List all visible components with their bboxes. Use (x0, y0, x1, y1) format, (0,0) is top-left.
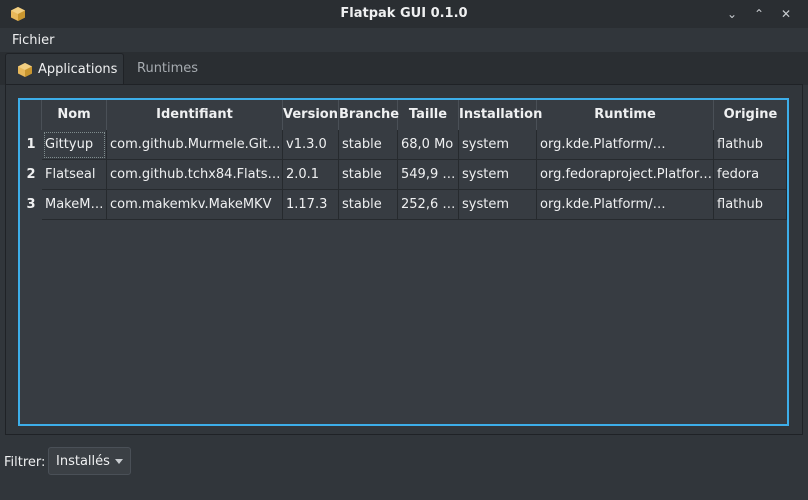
cell-branche[interactable]: stable (339, 160, 398, 190)
cell-identifiant[interactable]: com.github.Murmele.Gittyup (107, 130, 283, 160)
column-header-taille[interactable]: Taille (398, 100, 459, 130)
cell-origine[interactable]: fedora (714, 160, 787, 190)
cell-taille[interactable]: 68,0 Mo (398, 130, 459, 160)
cell-installation[interactable]: system (459, 160, 537, 190)
column-header-version[interactable]: Version (283, 100, 339, 130)
cell-identifiant[interactable]: com.github.tchx84.Flatseal (107, 160, 283, 190)
cell-nom[interactable]: Gittyup (42, 130, 107, 160)
close-icon[interactable]: ✕ (778, 6, 794, 22)
window-title: Flatpak GUI 0.1.0 (340, 6, 468, 21)
menu-bar: Fichier (0, 28, 808, 52)
title-bar: Flatpak GUI 0.1.0 ⌄ ⌃ ✕ (0, 0, 808, 28)
cell-installation[interactable]: system (459, 130, 537, 160)
package-icon (18, 63, 32, 77)
cell-branche[interactable]: stable (339, 190, 398, 220)
cell-version[interactable]: v1.3.0 (283, 130, 339, 160)
tab-applications[interactable]: Applications (5, 53, 124, 86)
row-header[interactable]: 2 (20, 160, 42, 190)
row-header[interactable]: 3 (20, 190, 42, 220)
filter-label: Filtrer: (4, 455, 46, 470)
cell-nom[interactable]: MakeMKV (42, 190, 107, 220)
tab-runtimes-label: Runtimes (137, 61, 199, 76)
corner-header (20, 100, 42, 130)
cell-runtime[interactable]: org.fedoraproject.Platform… (537, 160, 714, 190)
cell-identifiant[interactable]: com.makemkv.MakeMKV (107, 190, 283, 220)
minimize-icon[interactable]: ⌄ (724, 6, 740, 22)
column-header-nom[interactable]: Nom (42, 100, 107, 130)
column-header-runtime[interactable]: Runtime (537, 100, 714, 130)
cell-branche[interactable]: stable (339, 130, 398, 160)
cell-version[interactable]: 1.17.3 (283, 190, 339, 220)
cell-origine[interactable]: flathub (714, 190, 787, 220)
chevron-down-icon (115, 459, 123, 464)
cell-taille[interactable]: 549,9 Ko (398, 160, 459, 190)
tab-runtimes[interactable]: Runtimes (123, 53, 203, 85)
filter-value: Installés (56, 454, 110, 469)
cell-runtime[interactable]: org.kde.Platform/… (537, 130, 714, 160)
column-header-installation[interactable]: Installation (459, 100, 542, 130)
filter-dropdown[interactable]: Installés (48, 447, 131, 475)
maximize-icon[interactable]: ⌃ (751, 6, 767, 22)
cell-origine[interactable]: flathub (714, 130, 787, 160)
cell-runtime[interactable]: org.kde.Platform/… (537, 190, 714, 220)
cell-taille[interactable]: 252,6 Mo (398, 190, 459, 220)
cell-installation[interactable]: system (459, 190, 537, 220)
tab-applications-label: Applications (38, 62, 118, 77)
row-header[interactable]: 1 (20, 130, 42, 160)
column-header-identifiant[interactable]: Identifiant (107, 100, 283, 130)
column-header-origine[interactable]: Origine (714, 100, 787, 130)
cell-nom[interactable]: Flatseal (42, 160, 107, 190)
cell-version[interactable]: 2.0.1 (283, 160, 339, 190)
menu-fichier[interactable]: Fichier (12, 33, 55, 48)
column-header-branche[interactable]: Branche (339, 100, 399, 130)
applications-table[interactable]: Nom Identifiant Version Branche Taille I… (18, 98, 789, 426)
